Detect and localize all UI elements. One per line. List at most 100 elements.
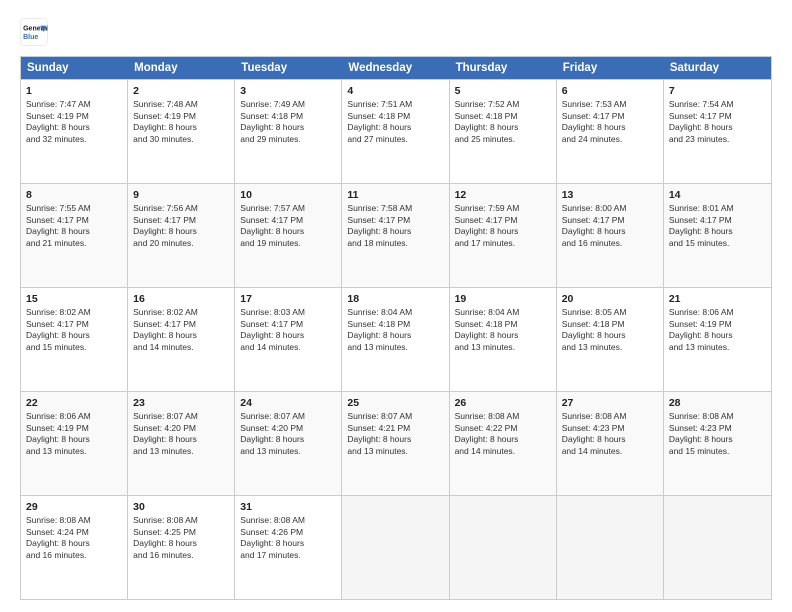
weekday-header: Wednesday bbox=[342, 57, 449, 79]
day-info-line: Daylight: 8 hours bbox=[562, 434, 658, 445]
day-info-line: Sunset: 4:19 PM bbox=[133, 111, 229, 122]
calendar-cell: 16Sunrise: 8:02 AMSunset: 4:17 PMDayligh… bbox=[128, 288, 235, 391]
day-info-line: Daylight: 8 hours bbox=[240, 330, 336, 341]
day-number: 29 bbox=[26, 500, 122, 514]
weekday-header: Sunday bbox=[21, 57, 128, 79]
calendar-row: 8Sunrise: 7:55 AMSunset: 4:17 PMDaylight… bbox=[21, 183, 771, 287]
day-info-line: Sunrise: 8:07 AM bbox=[133, 411, 229, 422]
logo: General Blue bbox=[20, 18, 50, 46]
day-info-line: and 16 minutes. bbox=[133, 550, 229, 561]
day-info-line: Daylight: 8 hours bbox=[240, 538, 336, 549]
day-info-line: and 14 minutes. bbox=[133, 342, 229, 353]
day-info-line: Sunset: 4:17 PM bbox=[26, 215, 122, 226]
weekday-header: Saturday bbox=[664, 57, 771, 79]
day-info-line: and 13 minutes. bbox=[240, 446, 336, 457]
day-info-line: Sunset: 4:24 PM bbox=[26, 527, 122, 538]
calendar-cell: 11Sunrise: 7:58 AMSunset: 4:17 PMDayligh… bbox=[342, 184, 449, 287]
day-info-line: Daylight: 8 hours bbox=[347, 122, 443, 133]
day-info-line: Sunrise: 8:04 AM bbox=[347, 307, 443, 318]
day-info-line: and 13 minutes. bbox=[347, 342, 443, 353]
day-number: 6 bbox=[562, 84, 658, 98]
calendar-row: 22Sunrise: 8:06 AMSunset: 4:19 PMDayligh… bbox=[21, 391, 771, 495]
day-info-line: Daylight: 8 hours bbox=[26, 330, 122, 341]
calendar: SundayMondayTuesdayWednesdayThursdayFrid… bbox=[20, 56, 772, 600]
day-info-line: Sunset: 4:26 PM bbox=[240, 527, 336, 538]
day-info-line: Sunset: 4:20 PM bbox=[133, 423, 229, 434]
day-info-line: Sunset: 4:19 PM bbox=[26, 423, 122, 434]
day-info-line: Sunset: 4:18 PM bbox=[455, 111, 551, 122]
day-info-line: Sunrise: 7:53 AM bbox=[562, 99, 658, 110]
day-number: 13 bbox=[562, 188, 658, 202]
day-info-line: Sunset: 4:19 PM bbox=[26, 111, 122, 122]
calendar-cell bbox=[450, 496, 557, 599]
day-info-line: and 23 minutes. bbox=[669, 134, 766, 145]
day-info-line: Sunrise: 7:47 AM bbox=[26, 99, 122, 110]
day-number: 25 bbox=[347, 396, 443, 410]
logo-icon: General Blue bbox=[20, 18, 48, 46]
calendar-cell: 15Sunrise: 8:02 AMSunset: 4:17 PMDayligh… bbox=[21, 288, 128, 391]
day-info-line: Daylight: 8 hours bbox=[26, 122, 122, 133]
day-info-line: Sunset: 4:23 PM bbox=[562, 423, 658, 434]
calendar-header: SundayMondayTuesdayWednesdayThursdayFrid… bbox=[21, 57, 771, 79]
weekday-header: Friday bbox=[557, 57, 664, 79]
day-info-line: Daylight: 8 hours bbox=[347, 226, 443, 237]
day-info-line: Sunset: 4:17 PM bbox=[347, 215, 443, 226]
calendar-cell: 18Sunrise: 8:04 AMSunset: 4:18 PMDayligh… bbox=[342, 288, 449, 391]
day-info-line: and 18 minutes. bbox=[347, 238, 443, 249]
day-info-line: and 17 minutes. bbox=[240, 550, 336, 561]
calendar-cell: 30Sunrise: 8:08 AMSunset: 4:25 PMDayligh… bbox=[128, 496, 235, 599]
day-number: 31 bbox=[240, 500, 336, 514]
day-info-line: and 14 minutes. bbox=[240, 342, 336, 353]
day-info-line: Sunrise: 7:59 AM bbox=[455, 203, 551, 214]
day-info-line: and 32 minutes. bbox=[26, 134, 122, 145]
day-info-line: Sunset: 4:17 PM bbox=[669, 111, 766, 122]
day-info-line: Sunrise: 8:08 AM bbox=[26, 515, 122, 526]
calendar-cell: 8Sunrise: 7:55 AMSunset: 4:17 PMDaylight… bbox=[21, 184, 128, 287]
day-info-line: Sunrise: 7:49 AM bbox=[240, 99, 336, 110]
day-number: 10 bbox=[240, 188, 336, 202]
day-info-line: Daylight: 8 hours bbox=[669, 434, 766, 445]
day-info-line: Daylight: 8 hours bbox=[133, 434, 229, 445]
day-info-line: Daylight: 8 hours bbox=[455, 434, 551, 445]
day-info-line: Sunset: 4:23 PM bbox=[669, 423, 766, 434]
day-info-line: Daylight: 8 hours bbox=[669, 226, 766, 237]
day-info-line: Sunrise: 7:51 AM bbox=[347, 99, 443, 110]
day-number: 30 bbox=[133, 500, 229, 514]
page: General Blue SundayMondayTuesdayWednesda… bbox=[0, 0, 792, 612]
day-number: 27 bbox=[562, 396, 658, 410]
day-info-line: Sunset: 4:17 PM bbox=[133, 319, 229, 330]
day-number: 1 bbox=[26, 84, 122, 98]
day-info-line: Daylight: 8 hours bbox=[26, 434, 122, 445]
day-info-line: and 13 minutes. bbox=[26, 446, 122, 457]
day-info-line: Daylight: 8 hours bbox=[240, 434, 336, 445]
day-number: 28 bbox=[669, 396, 766, 410]
day-info-line: Sunset: 4:18 PM bbox=[347, 319, 443, 330]
day-info-line: Sunrise: 8:00 AM bbox=[562, 203, 658, 214]
day-info-line: and 13 minutes. bbox=[562, 342, 658, 353]
day-info-line: and 24 minutes. bbox=[562, 134, 658, 145]
calendar-cell: 27Sunrise: 8:08 AMSunset: 4:23 PMDayligh… bbox=[557, 392, 664, 495]
day-info-line: Daylight: 8 hours bbox=[455, 226, 551, 237]
calendar-cell: 28Sunrise: 8:08 AMSunset: 4:23 PMDayligh… bbox=[664, 392, 771, 495]
day-info-line: Sunrise: 8:08 AM bbox=[455, 411, 551, 422]
day-info-line: Daylight: 8 hours bbox=[562, 330, 658, 341]
day-info-line: Sunrise: 8:02 AM bbox=[26, 307, 122, 318]
day-info-line: Sunrise: 7:54 AM bbox=[669, 99, 766, 110]
calendar-row: 29Sunrise: 8:08 AMSunset: 4:24 PMDayligh… bbox=[21, 495, 771, 599]
day-info-line: Sunrise: 8:04 AM bbox=[455, 307, 551, 318]
day-info-line: Sunrise: 8:08 AM bbox=[133, 515, 229, 526]
day-info-line: Daylight: 8 hours bbox=[562, 226, 658, 237]
day-info-line: Sunset: 4:17 PM bbox=[26, 319, 122, 330]
day-number: 8 bbox=[26, 188, 122, 202]
day-info-line: Sunrise: 8:01 AM bbox=[669, 203, 766, 214]
day-number: 17 bbox=[240, 292, 336, 306]
day-info-line: Sunrise: 8:06 AM bbox=[669, 307, 766, 318]
day-info-line: Sunset: 4:18 PM bbox=[455, 319, 551, 330]
day-info-line: Sunrise: 8:06 AM bbox=[26, 411, 122, 422]
day-info-line: Daylight: 8 hours bbox=[669, 330, 766, 341]
calendar-cell: 1Sunrise: 7:47 AMSunset: 4:19 PMDaylight… bbox=[21, 80, 128, 183]
day-info-line: Sunrise: 7:56 AM bbox=[133, 203, 229, 214]
calendar-cell: 13Sunrise: 8:00 AMSunset: 4:17 PMDayligh… bbox=[557, 184, 664, 287]
day-info-line: Sunrise: 7:57 AM bbox=[240, 203, 336, 214]
day-info-line: Sunset: 4:17 PM bbox=[240, 215, 336, 226]
